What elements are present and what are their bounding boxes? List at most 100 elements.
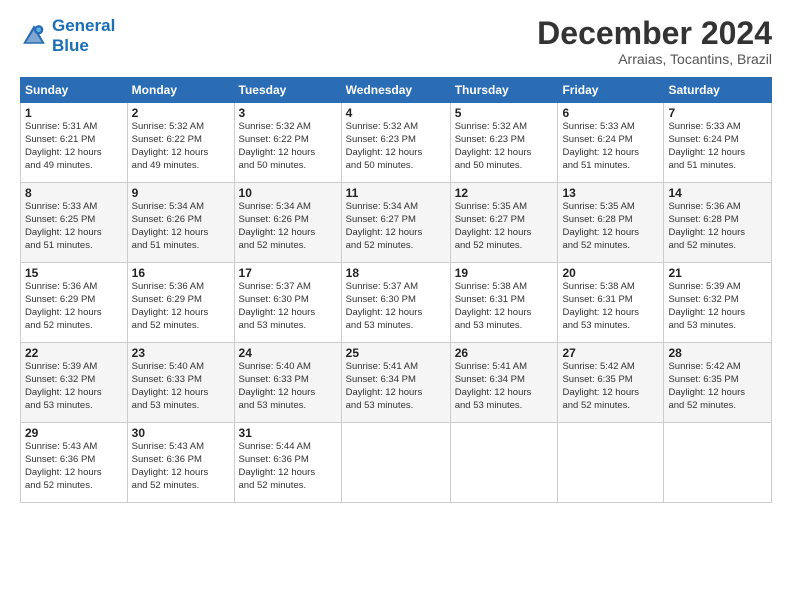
day-info: Sunrise: 5:40 AMSunset: 6:33 PMDaylight:… <box>239 361 337 412</box>
calendar-cell: 7Sunrise: 5:33 AMSunset: 6:24 PMDaylight… <box>664 103 772 183</box>
day-info: Sunrise: 5:43 AMSunset: 6:36 PMDaylight:… <box>25 441 123 492</box>
day-number: 6 <box>562 106 659 120</box>
day-info: Sunrise: 5:36 AMSunset: 6:29 PMDaylight:… <box>132 281 230 332</box>
day-number: 21 <box>668 266 767 280</box>
calendar-cell <box>664 423 772 503</box>
header: General Blue December 2024 Arraias, Toca… <box>20 16 772 67</box>
calendar-cell: 15Sunrise: 5:36 AMSunset: 6:29 PMDayligh… <box>21 263 128 343</box>
calendar-cell: 3Sunrise: 5:32 AMSunset: 6:22 PMDaylight… <box>234 103 341 183</box>
day-of-week-header: Friday <box>558 78 664 103</box>
page-container: General Blue December 2024 Arraias, Toca… <box>0 0 792 513</box>
title-block: December 2024 Arraias, Tocantins, Brazil <box>537 16 772 67</box>
day-info: Sunrise: 5:32 AMSunset: 6:23 PMDaylight:… <box>455 121 554 172</box>
day-number: 22 <box>25 346 123 360</box>
day-info: Sunrise: 5:35 AMSunset: 6:27 PMDaylight:… <box>455 201 554 252</box>
day-of-week-header: Tuesday <box>234 78 341 103</box>
day-info: Sunrise: 5:35 AMSunset: 6:28 PMDaylight:… <box>562 201 659 252</box>
subtitle: Arraias, Tocantins, Brazil <box>537 51 772 67</box>
calendar-cell: 5Sunrise: 5:32 AMSunset: 6:23 PMDaylight… <box>450 103 558 183</box>
calendar-table: SundayMondayTuesdayWednesdayThursdayFrid… <box>20 77 772 503</box>
calendar-cell: 29Sunrise: 5:43 AMSunset: 6:36 PMDayligh… <box>21 423 128 503</box>
day-number: 9 <box>132 186 230 200</box>
day-info: Sunrise: 5:37 AMSunset: 6:30 PMDaylight:… <box>346 281 446 332</box>
calendar-cell: 28Sunrise: 5:42 AMSunset: 6:35 PMDayligh… <box>664 343 772 423</box>
calendar-cell: 12Sunrise: 5:35 AMSunset: 6:27 PMDayligh… <box>450 183 558 263</box>
day-info: Sunrise: 5:40 AMSunset: 6:33 PMDaylight:… <box>132 361 230 412</box>
calendar-cell: 4Sunrise: 5:32 AMSunset: 6:23 PMDaylight… <box>341 103 450 183</box>
day-info: Sunrise: 5:38 AMSunset: 6:31 PMDaylight:… <box>562 281 659 332</box>
day-info: Sunrise: 5:33 AMSunset: 6:24 PMDaylight:… <box>562 121 659 172</box>
calendar-cell: 20Sunrise: 5:38 AMSunset: 6:31 PMDayligh… <box>558 263 664 343</box>
calendar-cell <box>558 423 664 503</box>
calendar-cell: 10Sunrise: 5:34 AMSunset: 6:26 PMDayligh… <box>234 183 341 263</box>
day-number: 14 <box>668 186 767 200</box>
day-number: 17 <box>239 266 337 280</box>
day-number: 4 <box>346 106 446 120</box>
day-info: Sunrise: 5:32 AMSunset: 6:22 PMDaylight:… <box>239 121 337 172</box>
day-number: 3 <box>239 106 337 120</box>
day-info: Sunrise: 5:43 AMSunset: 6:36 PMDaylight:… <box>132 441 230 492</box>
day-number: 19 <box>455 266 554 280</box>
day-number: 11 <box>346 186 446 200</box>
calendar-cell: 16Sunrise: 5:36 AMSunset: 6:29 PMDayligh… <box>127 263 234 343</box>
calendar-cell: 8Sunrise: 5:33 AMSunset: 6:25 PMDaylight… <box>21 183 128 263</box>
day-info: Sunrise: 5:34 AMSunset: 6:26 PMDaylight:… <box>239 201 337 252</box>
day-info: Sunrise: 5:34 AMSunset: 6:27 PMDaylight:… <box>346 201 446 252</box>
day-number: 10 <box>239 186 337 200</box>
day-of-week-header: Sunday <box>21 78 128 103</box>
day-number: 25 <box>346 346 446 360</box>
day-info: Sunrise: 5:37 AMSunset: 6:30 PMDaylight:… <box>239 281 337 332</box>
logo-icon <box>20 22 48 50</box>
day-number: 28 <box>668 346 767 360</box>
logo: General Blue <box>20 16 115 55</box>
day-number: 16 <box>132 266 230 280</box>
logo-text: General Blue <box>52 16 115 55</box>
day-info: Sunrise: 5:32 AMSunset: 6:23 PMDaylight:… <box>346 121 446 172</box>
day-number: 23 <box>132 346 230 360</box>
day-info: Sunrise: 5:42 AMSunset: 6:35 PMDaylight:… <box>668 361 767 412</box>
calendar-cell <box>450 423 558 503</box>
calendar-cell: 1Sunrise: 5:31 AMSunset: 6:21 PMDaylight… <box>21 103 128 183</box>
day-info: Sunrise: 5:39 AMSunset: 6:32 PMDaylight:… <box>25 361 123 412</box>
calendar-cell: 14Sunrise: 5:36 AMSunset: 6:28 PMDayligh… <box>664 183 772 263</box>
calendar-cell: 22Sunrise: 5:39 AMSunset: 6:32 PMDayligh… <box>21 343 128 423</box>
calendar-cell: 25Sunrise: 5:41 AMSunset: 6:34 PMDayligh… <box>341 343 450 423</box>
calendar-cell: 13Sunrise: 5:35 AMSunset: 6:28 PMDayligh… <box>558 183 664 263</box>
day-info: Sunrise: 5:33 AMSunset: 6:25 PMDaylight:… <box>25 201 123 252</box>
calendar-cell: 24Sunrise: 5:40 AMSunset: 6:33 PMDayligh… <box>234 343 341 423</box>
calendar-cell <box>341 423 450 503</box>
day-info: Sunrise: 5:32 AMSunset: 6:22 PMDaylight:… <box>132 121 230 172</box>
calendar-cell: 30Sunrise: 5:43 AMSunset: 6:36 PMDayligh… <box>127 423 234 503</box>
day-number: 31 <box>239 426 337 440</box>
day-number: 20 <box>562 266 659 280</box>
calendar-cell: 21Sunrise: 5:39 AMSunset: 6:32 PMDayligh… <box>664 263 772 343</box>
day-number: 30 <box>132 426 230 440</box>
day-of-week-header: Monday <box>127 78 234 103</box>
calendar-cell: 31Sunrise: 5:44 AMSunset: 6:36 PMDayligh… <box>234 423 341 503</box>
day-info: Sunrise: 5:39 AMSunset: 6:32 PMDaylight:… <box>668 281 767 332</box>
day-of-week-header: Thursday <box>450 78 558 103</box>
day-number: 5 <box>455 106 554 120</box>
day-info: Sunrise: 5:42 AMSunset: 6:35 PMDaylight:… <box>562 361 659 412</box>
day-info: Sunrise: 5:36 AMSunset: 6:29 PMDaylight:… <box>25 281 123 332</box>
day-info: Sunrise: 5:34 AMSunset: 6:26 PMDaylight:… <box>132 201 230 252</box>
day-number: 24 <box>239 346 337 360</box>
day-number: 7 <box>668 106 767 120</box>
calendar-cell: 6Sunrise: 5:33 AMSunset: 6:24 PMDaylight… <box>558 103 664 183</box>
day-info: Sunrise: 5:33 AMSunset: 6:24 PMDaylight:… <box>668 121 767 172</box>
day-info: Sunrise: 5:31 AMSunset: 6:21 PMDaylight:… <box>25 121 123 172</box>
day-number: 18 <box>346 266 446 280</box>
day-number: 15 <box>25 266 123 280</box>
day-of-week-header: Wednesday <box>341 78 450 103</box>
month-title: December 2024 <box>537 16 772 51</box>
day-info: Sunrise: 5:44 AMSunset: 6:36 PMDaylight:… <box>239 441 337 492</box>
day-info: Sunrise: 5:36 AMSunset: 6:28 PMDaylight:… <box>668 201 767 252</box>
calendar-cell: 18Sunrise: 5:37 AMSunset: 6:30 PMDayligh… <box>341 263 450 343</box>
day-number: 8 <box>25 186 123 200</box>
day-number: 13 <box>562 186 659 200</box>
calendar-cell: 23Sunrise: 5:40 AMSunset: 6:33 PMDayligh… <box>127 343 234 423</box>
calendar-cell: 27Sunrise: 5:42 AMSunset: 6:35 PMDayligh… <box>558 343 664 423</box>
calendar-cell: 9Sunrise: 5:34 AMSunset: 6:26 PMDaylight… <box>127 183 234 263</box>
day-number: 29 <box>25 426 123 440</box>
day-info: Sunrise: 5:41 AMSunset: 6:34 PMDaylight:… <box>346 361 446 412</box>
